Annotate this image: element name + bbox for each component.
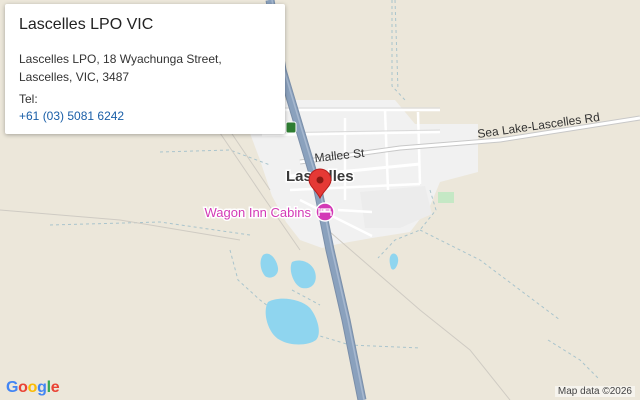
logo-letter: o — [18, 379, 28, 396]
route-shield — [285, 121, 297, 134]
google-logo[interactable]: Google — [6, 379, 60, 397]
place-title: Lascelles LPO VIC — [19, 16, 154, 33]
pin-dot — [316, 176, 324, 184]
logo-letter: e — [50, 379, 60, 396]
poi-label: Wagon Inn Cabins — [205, 205, 312, 220]
logo-letter: o — [27, 379, 38, 396]
phone-link[interactable]: +61 (03) 5081 6242 — [19, 108, 124, 124]
tel-label: Tel: — [19, 92, 38, 106]
address-line-2: Lascelles, VIC, 3487 — [19, 70, 130, 84]
logo-letter: g — [37, 379, 47, 396]
place-address: Lascelles LPO, 18 Wyachunga Street, Lasc… — [19, 50, 271, 86]
place-info-card: Lascelles LPO VIC Lascelles LPO, 18 Wyac… — [5, 4, 285, 134]
logo-letter: G — [6, 379, 19, 396]
park-area — [438, 192, 454, 203]
address-line-1: Lascelles LPO, 18 Wyachunga Street, — [19, 52, 222, 66]
map-attribution[interactable]: Map data ©2026 — [554, 386, 635, 397]
